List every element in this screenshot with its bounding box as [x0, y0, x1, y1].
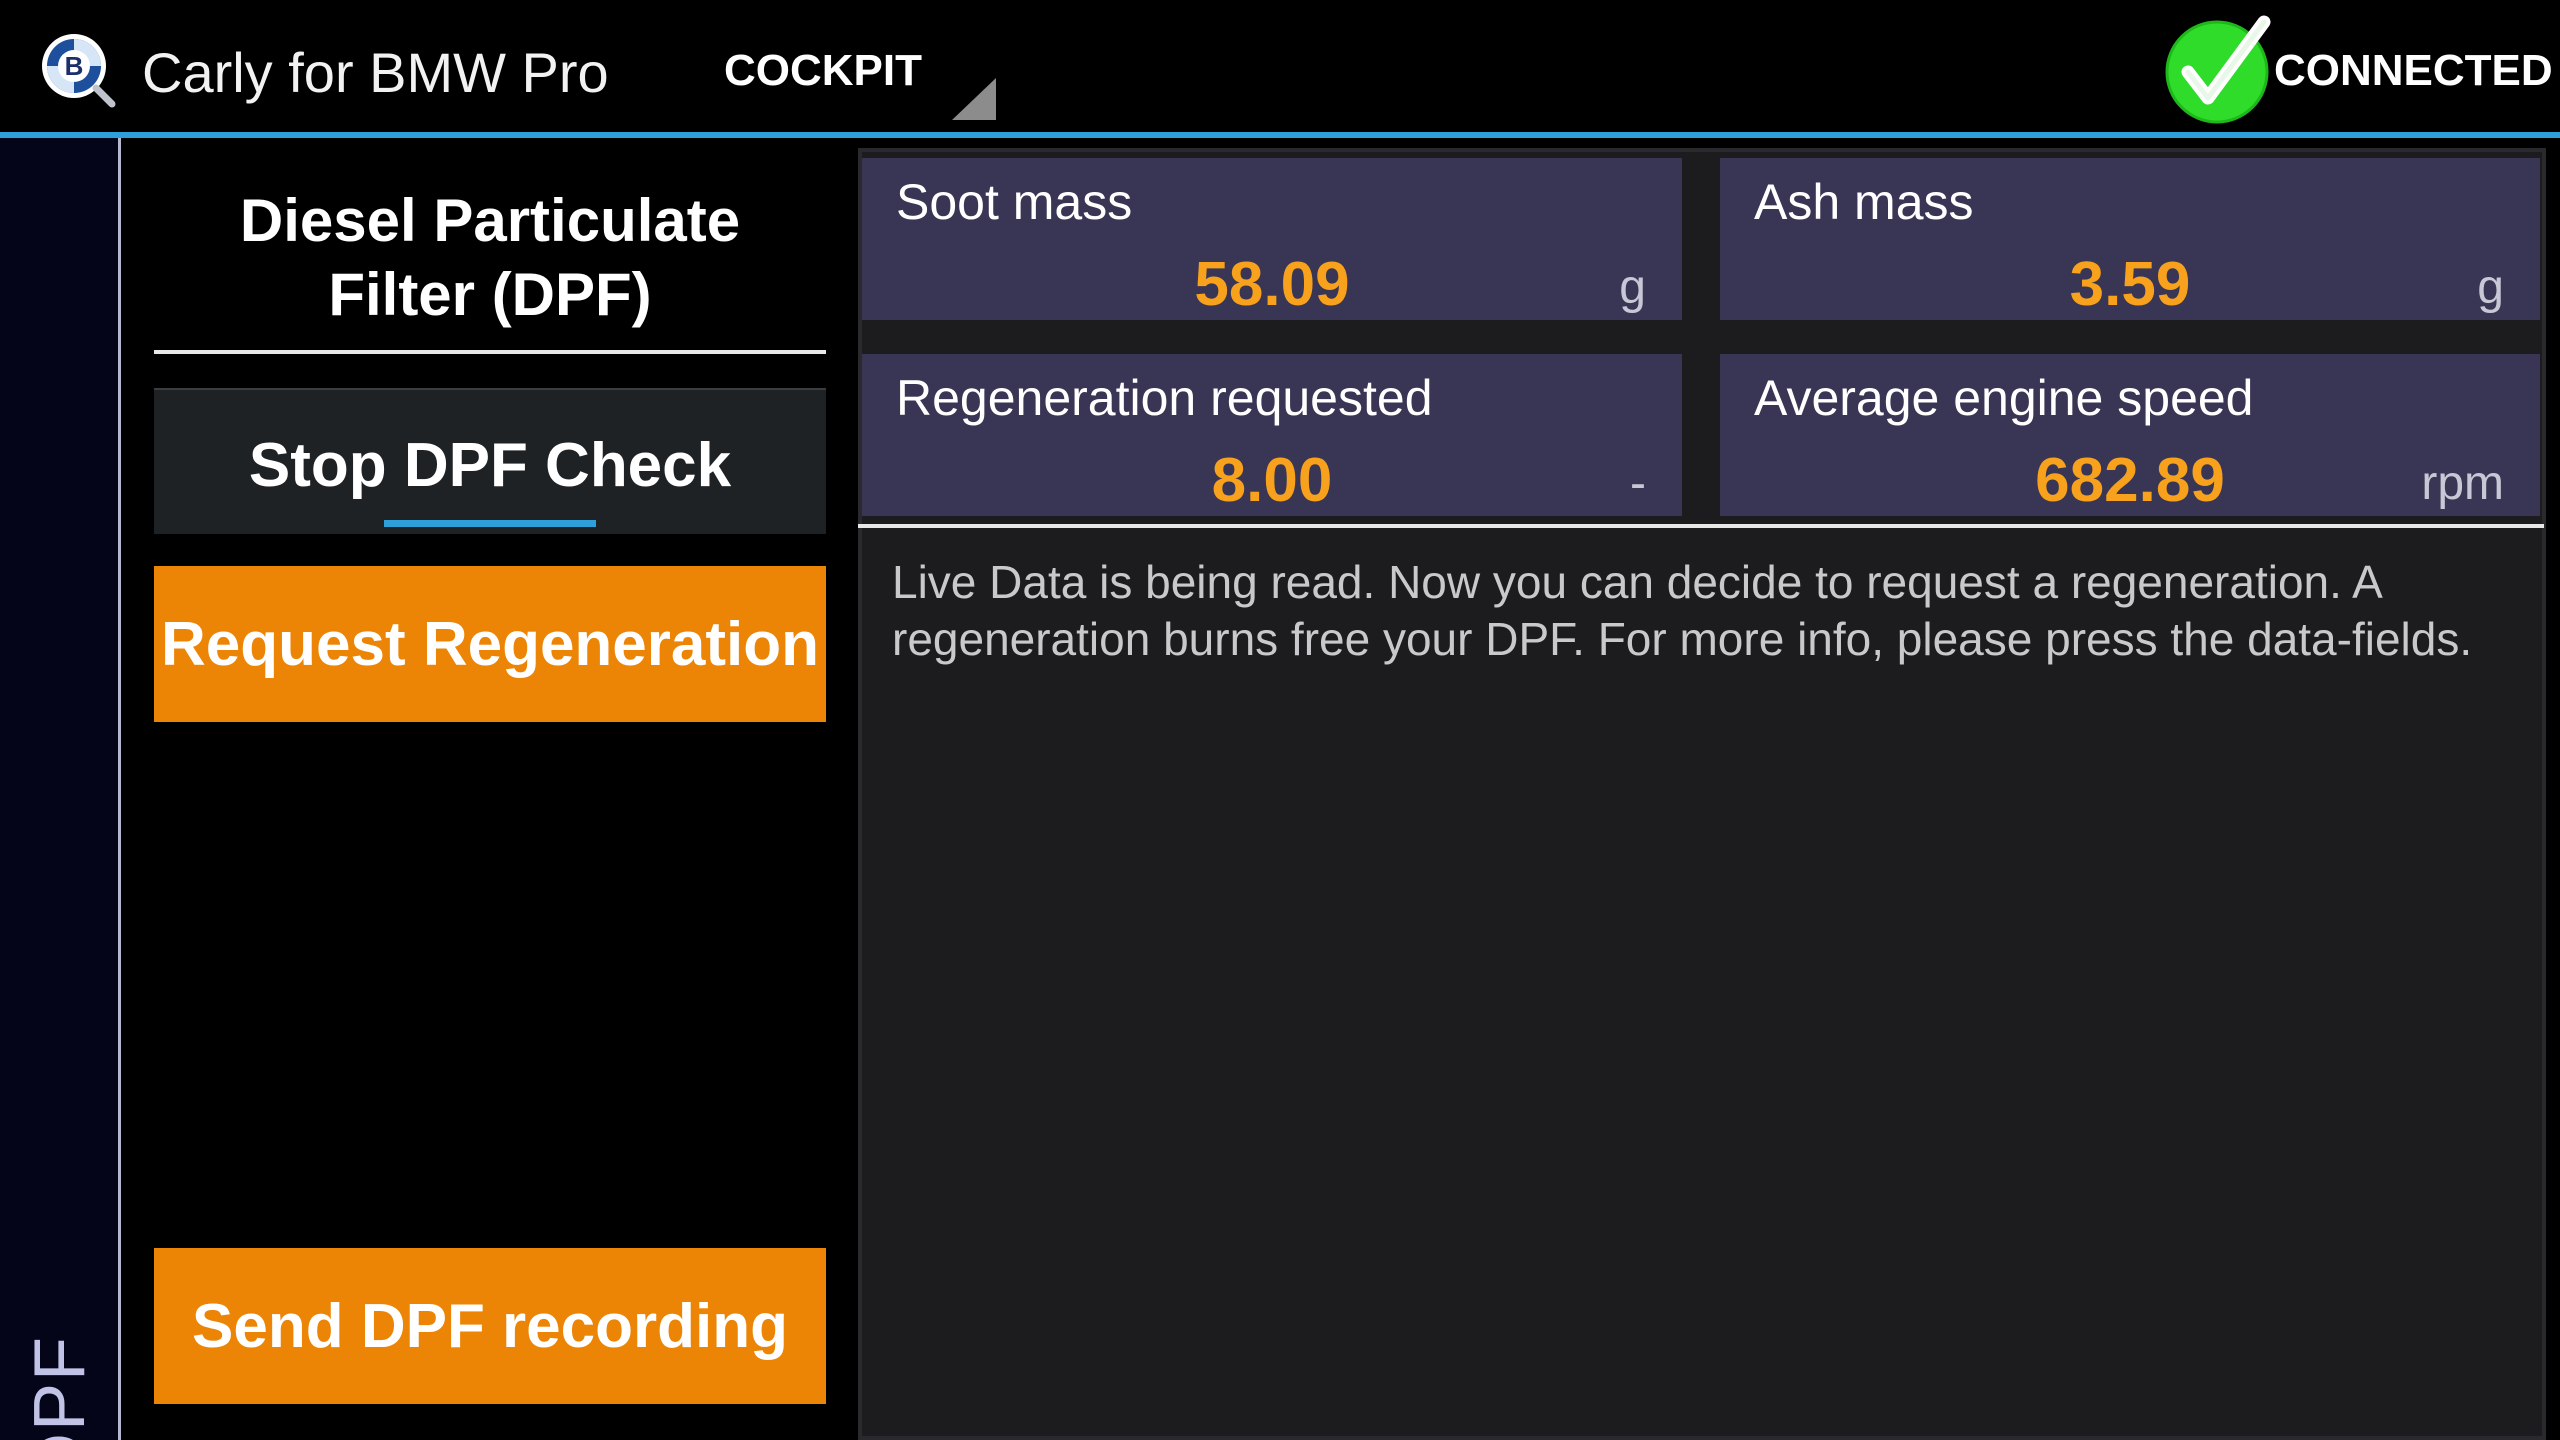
dropdown-triangle-icon[interactable] — [952, 78, 996, 120]
svg-text:B: B — [65, 51, 84, 81]
data-field-ash-mass[interactable]: Ash mass 3.59 g — [1720, 158, 2540, 320]
data-field-value: 3.59 — [2069, 250, 2191, 319]
data-field-label: Average engine speed — [1754, 370, 2254, 426]
data-field-value: 58.09 — [1194, 250, 1350, 319]
stop-dpf-check-label: Stop DPF Check — [248, 431, 732, 500]
data-field-unit: rpm — [2421, 457, 2504, 510]
data-field-soot-mass[interactable]: Soot mass 58.09 g — [862, 158, 1682, 320]
data-field-label: Regeneration requested — [896, 370, 1433, 426]
data-field-label: Soot mass — [896, 174, 1133, 230]
data-field-unit: - — [1630, 457, 1646, 510]
data-field-unit: g — [1619, 261, 1646, 314]
connection-status: CONNECTED — [2274, 46, 2553, 95]
send-dpf-recording-button[interactable]: Send DPF recording — [154, 1248, 826, 1404]
check-circle-icon — [2165, 15, 2271, 124]
stop-dpf-check-button[interactable]: Stop DPF Check — [154, 388, 826, 534]
carly-logo-icon[interactable]: B — [38, 30, 118, 110]
button-focus-indicator — [384, 520, 596, 527]
send-dpf-recording-label: Send DPF recording — [192, 1291, 788, 1361]
cockpit-nav-selector[interactable]: COCKPIT — [724, 38, 922, 104]
heading-line-2: Filter (DPF) — [328, 261, 652, 328]
side-tab-dpf[interactable]: DPF — [0, 138, 121, 1440]
side-tab-label: DPF — [20, 1335, 100, 1440]
data-field-average-engine-speed[interactable]: Average engine speed 682.89 rpm — [1720, 354, 2540, 516]
data-field-value: 682.89 — [2035, 446, 2225, 515]
live-data-panel — [858, 148, 2546, 1440]
request-regeneration-label: Request Regeneration — [160, 609, 820, 679]
data-field-unit: g — [2477, 261, 2504, 314]
app-title: Carly for BMW Pro — [142, 41, 609, 104]
data-field-value: 8.00 — [1211, 446, 1333, 515]
info-message: Live Data is being read. Now you can dec… — [892, 556, 2473, 665]
data-field-regeneration-requested[interactable]: Regeneration requested 8.00 - — [862, 354, 1682, 516]
panel-heading: Diesel Particulate Filter (DPF) — [154, 184, 826, 332]
heading-divider — [154, 350, 826, 354]
top-action-bar: B Carly for BMW Pro COCKPIT CONNECTED — [0, 0, 2560, 138]
heading-line-1: Diesel Particulate — [239, 187, 741, 254]
data-field-label: Ash mass — [1754, 174, 1974, 230]
request-regeneration-button[interactable]: Request Regeneration — [154, 566, 826, 722]
data-fields-divider — [858, 524, 2544, 528]
